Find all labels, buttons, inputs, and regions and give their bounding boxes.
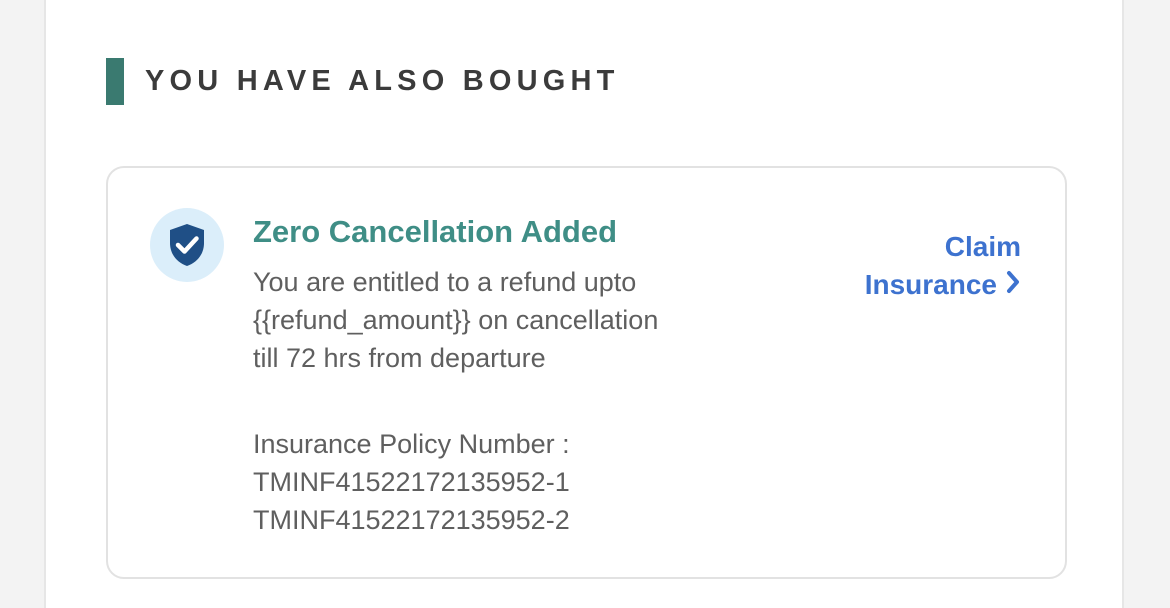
- insurance-title: Zero Cancellation Added: [253, 214, 618, 249]
- insurance-description: You are entitled to a refund upto {{refu…: [253, 267, 659, 373]
- section-title: YOU HAVE ALSO BOUGHT: [145, 65, 620, 97]
- chevron-right-icon: [1005, 266, 1021, 304]
- policy-info: Insurance Policy Number : TMINF415221721…: [253, 425, 773, 539]
- policy-number: TMINF41522172135952-2: [253, 505, 570, 535]
- claim-link-line2-wrap: Insurance: [865, 266, 1021, 304]
- policy-number: TMINF41522172135952-1: [253, 467, 570, 497]
- section-accent-bar: [106, 58, 124, 105]
- policy-label: Insurance Policy Number :: [253, 429, 570, 459]
- claim-insurance-link[interactable]: Claim Insurance: [865, 228, 1021, 304]
- insurance-content: Zero Cancellation Added You are entitled…: [253, 213, 773, 539]
- page-container: YOU HAVE ALSO BOUGHT Zero Cancellation A…: [44, 0, 1124, 608]
- claim-link-line2: Insurance: [864, 269, 997, 300]
- claim-link-line1: Claim: [944, 231, 1021, 262]
- insurance-card: Zero Cancellation Added You are entitled…: [106, 166, 1067, 579]
- section-header: YOU HAVE ALSO BOUGHT: [106, 58, 620, 105]
- shield-check-icon: [150, 208, 224, 282]
